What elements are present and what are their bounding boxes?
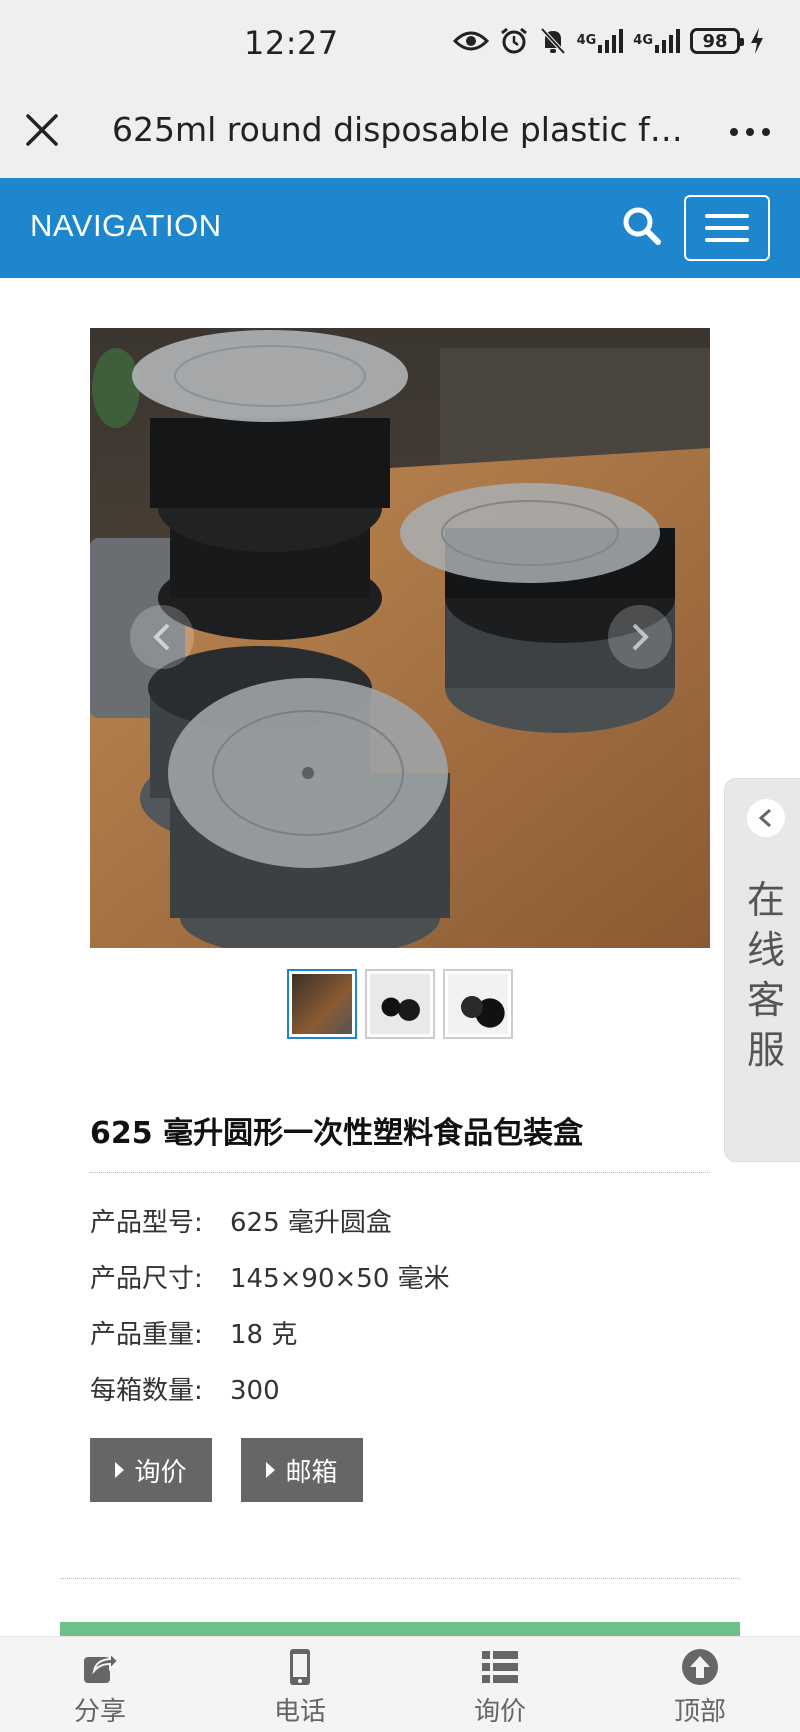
hamburger-menu-icon[interactable] xyxy=(684,195,770,261)
arrow-up-icon xyxy=(682,1649,718,1685)
spec-row: 产品尺寸: 145×90×50 毫米 xyxy=(90,1258,450,1314)
section-header-strip xyxy=(60,1622,740,1636)
signal-4g-icon-2: 4G xyxy=(633,29,680,53)
spec-label: 每箱数量: xyxy=(90,1376,203,1406)
phone-icon xyxy=(290,1649,310,1685)
gallery-thumbnails xyxy=(287,969,513,1039)
gallery-next-arrow[interactable] xyxy=(608,605,672,669)
email-button[interactable]: 邮箱 xyxy=(241,1438,363,1502)
battery-level: 98 xyxy=(702,30,728,52)
bottom-item-label: 顶部 xyxy=(673,1697,726,1727)
signal-4g-icon: 4G xyxy=(577,29,624,53)
inquiry-button[interactable]: 询价 xyxy=(90,1438,212,1502)
online-service-tab[interactable]: 在线客服 xyxy=(724,778,800,1162)
share-icon xyxy=(84,1650,120,1683)
chevron-right-icon xyxy=(632,623,649,651)
browser-title-bar: 625ml round disposable plastic foo... xyxy=(0,88,800,178)
battery-icon: 98 xyxy=(690,28,744,54)
online-service-label: 在线客服 xyxy=(746,878,785,1072)
spec-value: 145×90×50 毫米 xyxy=(230,1264,450,1294)
close-icon[interactable] xyxy=(20,108,64,152)
bottom-item-phone[interactable]: 电话 xyxy=(200,1637,400,1732)
spec-label: 产品尺寸: xyxy=(90,1264,203,1294)
chevron-left-icon xyxy=(153,623,170,651)
inquiry-button-label: 询价 xyxy=(134,1457,187,1488)
chevron-left-icon[interactable] xyxy=(747,799,785,837)
page-title: 625ml round disposable plastic foo... xyxy=(112,110,692,149)
thumbnail-3[interactable] xyxy=(443,969,513,1039)
spec-label: 产品重量: xyxy=(90,1320,203,1350)
charging-icon xyxy=(750,28,764,54)
spec-value: 18 克 xyxy=(230,1320,298,1350)
thumbnail-2[interactable] xyxy=(365,969,435,1039)
bottom-item-top[interactable]: 顶部 xyxy=(600,1637,800,1732)
status-bar: 12:27 4G 4G 98 xyxy=(0,0,800,88)
spec-list: 产品型号: 625 毫升圆盒 产品尺寸: 145×90×50 毫米 产品重量: 18 … xyxy=(90,1202,450,1426)
spec-value: 625 毫升圆盒 xyxy=(230,1208,392,1238)
network-label-2: 4G xyxy=(633,33,653,48)
site-navigation-bar: NAVIGATION xyxy=(0,178,800,278)
bottom-item-label: 电话 xyxy=(273,1697,326,1727)
alarm-icon xyxy=(499,26,529,56)
bottom-item-inquiry[interactable]: 询价 xyxy=(400,1637,600,1732)
gallery-prev-arrow[interactable] xyxy=(130,605,194,669)
list-icon xyxy=(482,1651,518,1683)
divider xyxy=(60,1578,740,1579)
thumbnail-1[interactable] xyxy=(287,969,357,1039)
divider xyxy=(90,1172,710,1173)
eye-icon xyxy=(452,29,489,53)
mute-bell-icon xyxy=(539,26,567,56)
bottom-item-label: 分享 xyxy=(73,1697,126,1727)
bottom-item-label: 询价 xyxy=(473,1697,526,1727)
network-label-1: 4G xyxy=(576,33,597,48)
bottom-toolbar: 分享 电话 询价 顶部 xyxy=(0,1636,800,1732)
spec-value: 300 xyxy=(230,1376,280,1406)
product-title: 625 毫升圆形一次性塑料食品包装盒 xyxy=(90,1116,584,1151)
caret-right-icon xyxy=(266,1462,276,1478)
search-icon[interactable] xyxy=(620,204,664,248)
caret-right-icon xyxy=(115,1462,125,1478)
spec-row: 产品型号: 625 毫升圆盒 xyxy=(90,1202,450,1258)
email-button-label: 邮箱 xyxy=(285,1457,338,1488)
spec-row: 产品重量: 18 克 xyxy=(90,1314,450,1370)
bottom-item-share[interactable]: 分享 xyxy=(0,1637,200,1732)
status-icons: 4G 4G 98 xyxy=(452,26,764,56)
nav-label[interactable]: NAVIGATION xyxy=(30,208,222,244)
spec-label: 产品型号: xyxy=(90,1208,203,1238)
status-time: 12:27 xyxy=(244,24,339,62)
more-dots-icon[interactable] xyxy=(726,118,774,146)
spec-row: 每箱数量: 300 xyxy=(90,1370,450,1426)
